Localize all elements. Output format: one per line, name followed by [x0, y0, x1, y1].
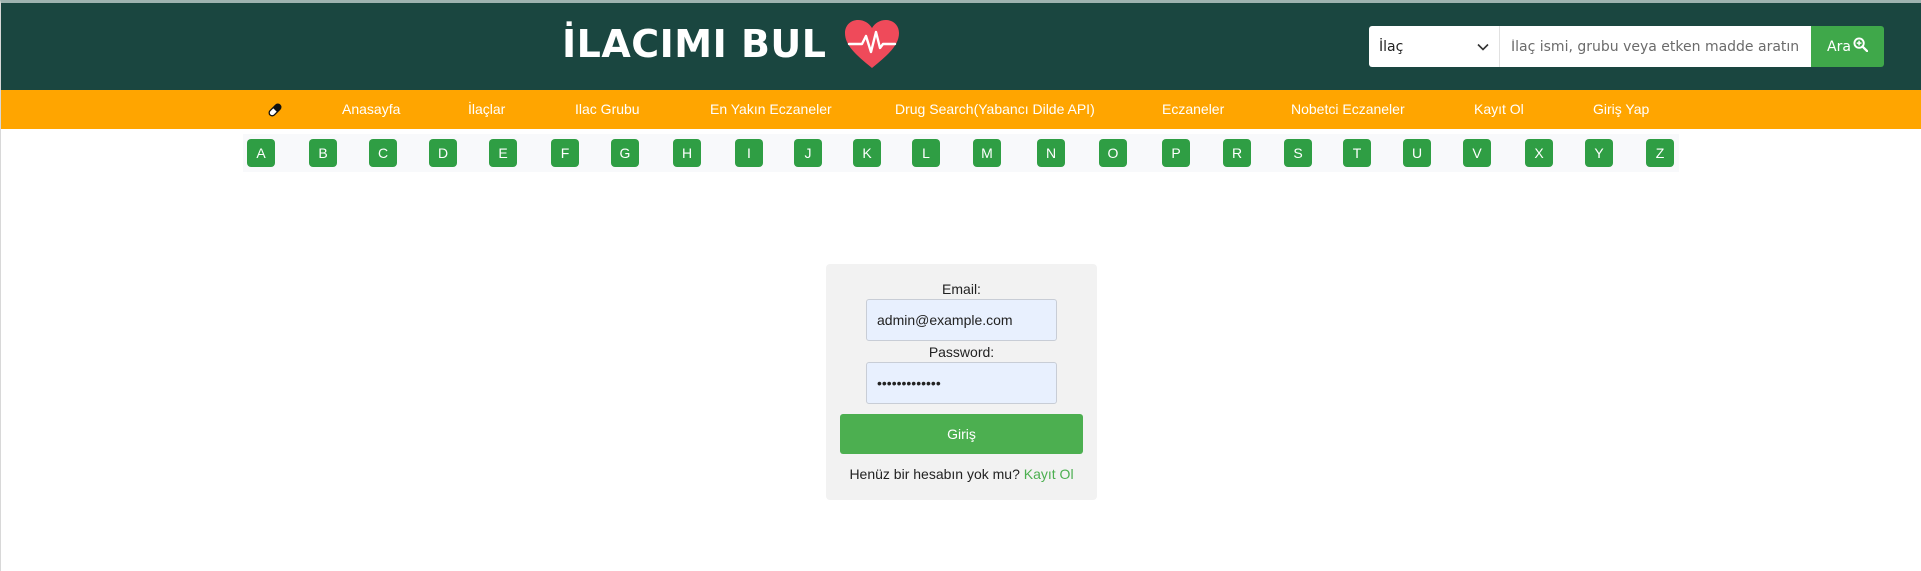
chevron-down-icon	[1477, 39, 1489, 55]
search-type-value: İlaç	[1379, 38, 1404, 55]
nav-item-kayit-ol[interactable]: Kayıt Ol	[1474, 90, 1524, 129]
alphabet-letter-y[interactable]: Y	[1585, 139, 1613, 167]
page: İLACIMI BUL İlaç Ara	[0, 0, 1921, 571]
login-button[interactable]: Giriş	[840, 414, 1083, 454]
signup-prompt-row: Henüz bir hesabın yok mu? Kayıt Ol	[826, 466, 1097, 482]
email-label: Email:	[942, 281, 981, 297]
alphabet-letter-t[interactable]: T	[1343, 139, 1371, 167]
email-field[interactable]	[866, 299, 1057, 341]
login-form: Email: Password: Giriş Henüz bir hesabın…	[826, 264, 1097, 500]
alphabet-letter-l[interactable]: L	[912, 139, 940, 167]
alphabet-letter-x[interactable]: X	[1525, 139, 1553, 167]
alphabet-letter-m[interactable]: M	[973, 139, 1001, 167]
search-button[interactable]: Ara	[1811, 26, 1884, 67]
alphabet-letter-s[interactable]: S	[1284, 139, 1312, 167]
alphabet-letter-f[interactable]: F	[551, 139, 579, 167]
nav-item-en-yakin-eczaneler[interactable]: En Yakın Eczaneler	[710, 90, 832, 129]
alphabet-letter-b[interactable]: B	[309, 139, 337, 167]
nav-item-anasayfa[interactable]: Anasayfa	[342, 90, 400, 129]
alphabet-letter-r[interactable]: R	[1223, 139, 1251, 167]
alphabet-letter-j[interactable]: J	[794, 139, 822, 167]
main-navigation: Anasayfa İlaçlar Ilac Grubu En Yakın Ecz…	[1, 90, 1921, 129]
password-label: Password:	[928, 344, 995, 360]
alphabet-letter-a[interactable]: A	[247, 139, 275, 167]
alphabet-letter-n[interactable]: N	[1037, 139, 1065, 167]
alphabet-letter-g[interactable]: G	[611, 139, 639, 167]
nav-item-ilaclar[interactable]: İlaçlar	[468, 90, 505, 129]
alphabet-letter-u[interactable]: U	[1403, 139, 1431, 167]
search-input[interactable]	[1499, 26, 1811, 67]
zoom-in-icon	[1853, 37, 1869, 56]
site-header: İLACIMI BUL İlaç Ara	[1, 3, 1921, 90]
search-type-select[interactable]: İlaç	[1369, 26, 1499, 67]
logo-text: İLACIMI BUL	[562, 22, 827, 66]
alphabet-filter: ABCDEFGHIJKLMNOPRSTUVXYZ	[243, 134, 1679, 172]
alphabet-letter-o[interactable]: O	[1099, 139, 1127, 167]
search-bar: İlaç Ara	[1369, 26, 1884, 67]
alphabet-letter-c[interactable]: C	[369, 139, 397, 167]
signup-link[interactable]: Kayıt Ol	[1024, 466, 1074, 482]
search-button-label: Ara	[1827, 38, 1851, 55]
nav-item-nobetci-eczaneler[interactable]: Nobetci Eczaneler	[1291, 90, 1405, 129]
nav-item-giris-yap[interactable]: Giriş Yap	[1593, 90, 1649, 129]
nav-item-drug-search[interactable]: Drug Search(Yabancı Dilde API)	[895, 90, 1095, 129]
alphabet-letter-i[interactable]: I	[735, 139, 763, 167]
signup-prompt: Henüz bir hesabın yok mu?	[849, 466, 1020, 482]
nav-item-eczaneler[interactable]: Eczaneler	[1162, 90, 1224, 129]
alphabet-letter-e[interactable]: E	[489, 139, 517, 167]
alphabet-letter-h[interactable]: H	[673, 139, 701, 167]
pill-icon[interactable]	[267, 102, 283, 118]
alphabet-letter-p[interactable]: P	[1162, 139, 1190, 167]
alphabet-letter-z[interactable]: Z	[1646, 139, 1674, 167]
alphabet-letter-k[interactable]: K	[853, 139, 881, 167]
nav-item-ilac-grubu[interactable]: Ilac Grubu	[575, 90, 640, 129]
password-field[interactable]	[866, 362, 1057, 404]
heartbeat-heart-icon	[843, 18, 901, 70]
alphabet-letter-v[interactable]: V	[1463, 139, 1491, 167]
alphabet-letter-d[interactable]: D	[429, 139, 457, 167]
site-logo[interactable]: İLACIMI BUL	[562, 19, 901, 69]
